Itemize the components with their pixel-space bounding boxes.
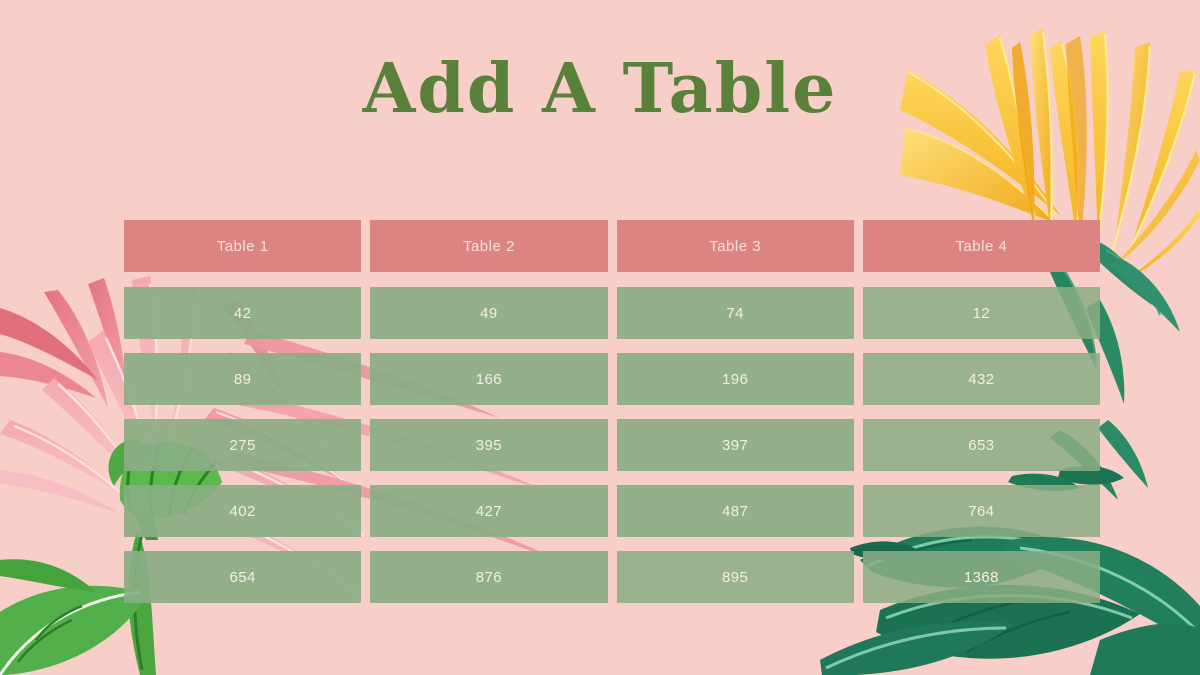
table-row: 402 427 487 764 [124, 485, 1100, 537]
table-cell-r2c1[interactable]: 89 [124, 353, 362, 405]
table-cell-r4c2[interactable]: 427 [370, 485, 608, 537]
table-cell-r1c1[interactable]: 42 [124, 287, 362, 339]
page-title: Add A Table [362, 49, 838, 129]
table-header-cell-3[interactable]: Table 3 [616, 220, 854, 272]
table-cell-r2c2[interactable]: 166 [370, 353, 608, 405]
table-cell-r3c3[interactable]: 397 [616, 419, 854, 471]
table-cell-r4c3[interactable]: 487 [616, 485, 854, 537]
table-cell-r4c1[interactable]: 402 [124, 485, 362, 537]
data-table: Table 1 Table 2 Table 3 Table 4 42 49 74… [124, 220, 1100, 603]
table-row: 42 49 74 12 [124, 287, 1100, 339]
table-header-cell-4[interactable]: Table 4 [862, 220, 1100, 272]
table-cell-r1c2[interactable]: 49 [370, 287, 608, 339]
table-cell-r5c4[interactable]: 1368 [862, 551, 1100, 603]
table-cell-r3c4[interactable]: 653 [862, 419, 1100, 471]
table-cell-r4c4[interactable]: 764 [862, 485, 1100, 537]
table-cell-r2c3[interactable]: 196 [616, 353, 854, 405]
table-header-cell-1[interactable]: Table 1 [124, 220, 362, 272]
table-header-cell-2[interactable]: Table 2 [370, 220, 608, 272]
table-cell-r2c4[interactable]: 432 [862, 353, 1100, 405]
slide-canvas: Add A Table Table 1 Table 2 Table 3 Tabl… [0, 0, 1200, 675]
table-cell-r1c4[interactable]: 12 [862, 287, 1100, 339]
table-cell-r5c1[interactable]: 654 [124, 551, 362, 603]
table-cell-r1c3[interactable]: 74 [616, 287, 854, 339]
table-cell-r3c2[interactable]: 395 [370, 419, 608, 471]
table-cell-r5c3[interactable]: 895 [616, 551, 854, 603]
table-row: 89 166 196 432 [124, 353, 1100, 405]
table-cell-r5c2[interactable]: 876 [370, 551, 608, 603]
table-header-row: Table 1 Table 2 Table 3 Table 4 [124, 220, 1100, 272]
table-row: 654 876 895 1368 [124, 551, 1100, 603]
table-row: 275 395 397 653 [124, 419, 1100, 471]
table-cell-r3c1[interactable]: 275 [124, 419, 362, 471]
